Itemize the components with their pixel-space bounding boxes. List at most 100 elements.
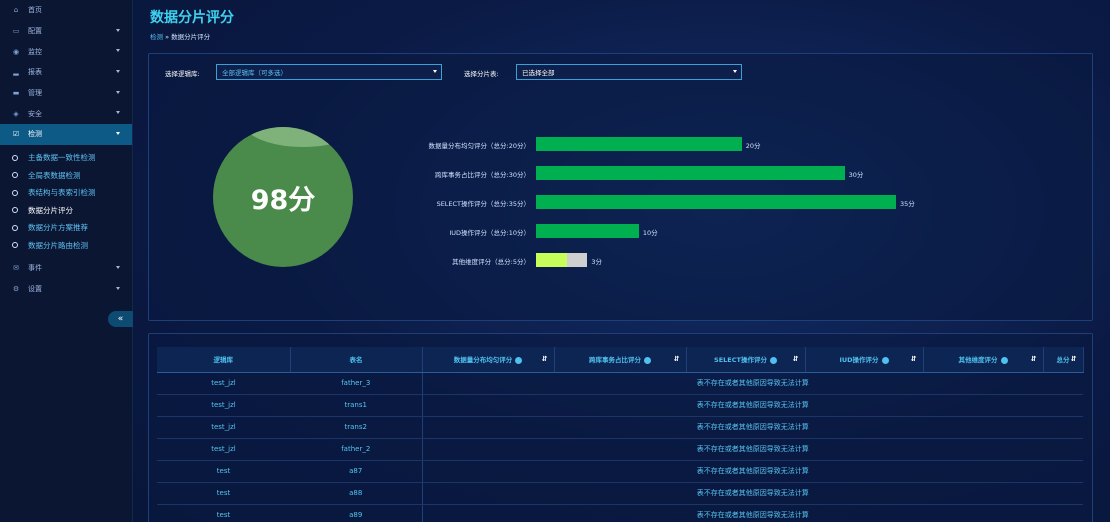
sub-item-label: 数据分片路由检测 [28,240,88,250]
info-icon[interactable] [644,356,651,364]
nav-item-home[interactable]: ⌂ 首页 [0,0,132,21]
bar-value-label: 10分 [642,229,658,237]
table-row: test_jzl trans1 表不存在或者其他原因导致无法计算 [157,394,1083,417]
column-header[interactable]: 跨库事务占比评分 ⇵ [554,347,687,373]
sort-icon[interactable]: ⇵ [793,355,799,363]
circle-icon [12,207,18,214]
nav-label: 配置 [28,27,42,36]
column-header: 表名 [290,347,423,373]
info-icon[interactable] [515,356,523,364]
nav-item-security[interactable]: ◈ 安全 [0,103,132,124]
nav-label: 安全 [28,109,42,118]
table-row: test a89 表不存在或者其他原因导致无法计算 [157,504,1083,522]
chevron-down-icon [116,28,120,32]
bar [536,224,639,238]
score-circle: 98分 [213,127,353,267]
nav-label: 首页 [28,6,42,15]
score-table: 逻辑库 表名 数据量分布均匀评分 ⇵ 跨库事务占比评分 ⇵ SELECT操作评分 ⇵ IUD操作… [157,347,1084,522]
bar-value-label: 3分 [591,258,603,266]
nav-label: 设置 [28,284,42,293]
bar [536,137,742,151]
circle-icon [12,224,18,231]
nav-item-config[interactable]: ▭ 配置 [0,21,132,42]
chevron-down-icon [116,70,120,74]
chevron-down-icon [116,286,120,290]
nav-item-report[interactable]: ▂ 报表 [0,62,132,83]
nav-item-monitor[interactable]: ◉ 监控 [0,41,132,62]
breadcrumb-link[interactable]: 检测 [150,33,163,41]
table-cell: father_2 [290,438,422,461]
error-message-cell: 表不存在或者其他原因导致无法计算 [421,438,1083,461]
table-row: test a88 表不存在或者其他原因导致无法计算 [157,482,1083,505]
circle-icon [12,242,18,249]
total-score: 98分 [250,184,316,216]
sub-item-structure[interactable]: 表结构与表索引检测 [0,184,132,202]
page-title: 数据分片评分 [150,10,234,26]
column-header-label: 数据量分布均匀评分 [453,356,513,365]
sub-item-global-table[interactable]: 全局表数据检测 [0,166,132,184]
table-cell: trans2 [290,416,422,439]
table-cell: a89 [290,504,422,522]
sort-icon[interactable]: ⇵ [911,355,917,363]
bar-track [536,195,896,209]
circle-icon [12,154,18,161]
column-header-label: IUD操作评分 [839,356,879,365]
info-icon[interactable] [1000,356,1008,364]
sort-icon[interactable]: ⇵ [542,355,548,363]
db-select[interactable]: 全部逻辑库（可多选） [216,64,442,80]
table-row: test_jzl father_2 表不存在或者其他原因导致无法计算 [157,438,1083,461]
sub-item-shard-route[interactable]: 数据分片路由检测 [0,236,132,254]
sidebar-collapse-button[interactable]: « [108,311,133,327]
error-message-cell: 表不存在或者其他原因导致无法计算 [421,482,1083,505]
breadcrumb-current: 数据分片评分 [171,33,211,41]
nav-item-manage[interactable]: ▬ 管理 [0,83,132,104]
sort-icon[interactable]: ⇵ [1071,355,1077,363]
nav-item-detect[interactable]: ☑ 检测 [0,124,132,145]
info-icon[interactable] [881,356,889,364]
sort-icon[interactable]: ⇵ [1031,355,1037,363]
nav-label: 报表 [28,68,42,77]
bar [536,166,845,180]
error-message-cell: 表不存在或者其他原因导致无法计算 [421,394,1083,417]
error-message-cell: 表不存在或者其他原因导致无法计算 [421,504,1083,522]
column-header[interactable]: 数据量分布均匀评分 ⇵ [422,347,555,373]
sub-item-label: 主备数据一致性检测 [28,153,96,163]
column-header[interactable]: IUD操作评分 ⇵ [805,347,924,373]
sub-item-consistency[interactable]: 主备数据一致性检测 [0,149,132,167]
nav-item-events[interactable]: ✉ 事件 [0,258,132,279]
column-header[interactable]: 总分 ⇵ [1043,347,1084,373]
column-header[interactable]: SELECT操作评分 ⇵ [686,347,806,373]
folder-icon: ▬ [12,89,20,98]
sort-icon[interactable]: ⇵ [674,355,680,363]
table-cell: test_jzl [157,372,290,395]
main-content: 数据分片评分 检测 » 数据分片评分 选择逻辑库: 全部逻辑库（可多选） 选择分… [133,0,1110,522]
column-header: 逻辑库 [157,347,291,373]
column-header-label: 表名 [349,356,363,365]
sub-item-shard-score[interactable]: 数据分片评分 [0,201,132,219]
info-icon[interactable] [769,356,777,364]
breadcrumb-separator: » [165,33,170,41]
column-header[interactable]: 其他维度评分 ⇵ [923,347,1044,373]
table-cell: a88 [290,482,422,505]
sub-item-shard-plan[interactable]: 数据分片方案推荐 [0,219,132,237]
bar-track [536,166,845,180]
home-icon: ⌂ [13,6,19,15]
bar-label: 其他维度评分（总分:5分） [452,258,530,266]
table-row: test a87 表不存在或者其他原因导致无法计算 [157,460,1083,483]
table-select[interactable]: 已选择全部 [516,64,742,80]
chevron-down-icon [116,265,120,269]
nav-item-settings[interactable]: ⚙ 设置 [0,279,132,300]
chevron-down-icon [116,111,120,115]
sub-item-label: 表结构与表索引检测 [28,188,96,198]
bar-track [536,224,639,238]
breadcrumb: 检测 » 数据分片评分 [150,31,210,41]
table-header-row: 逻辑库 表名 数据量分布均匀评分 ⇵ 跨库事务占比评分 ⇵ SELECT操作评分 ⇵ IUD操作… [157,347,1084,373]
check-icon: ☑ [12,130,20,139]
sub-item-label: 数据分片方案推荐 [28,223,88,233]
table-cell: father_3 [290,372,422,395]
table-cell: test [157,460,290,483]
mail-icon: ✉ [13,264,19,273]
chevron-down-icon [116,90,120,94]
error-message-cell: 表不存在或者其他原因导致无法计算 [421,416,1083,439]
chevron-down-icon [733,70,737,73]
